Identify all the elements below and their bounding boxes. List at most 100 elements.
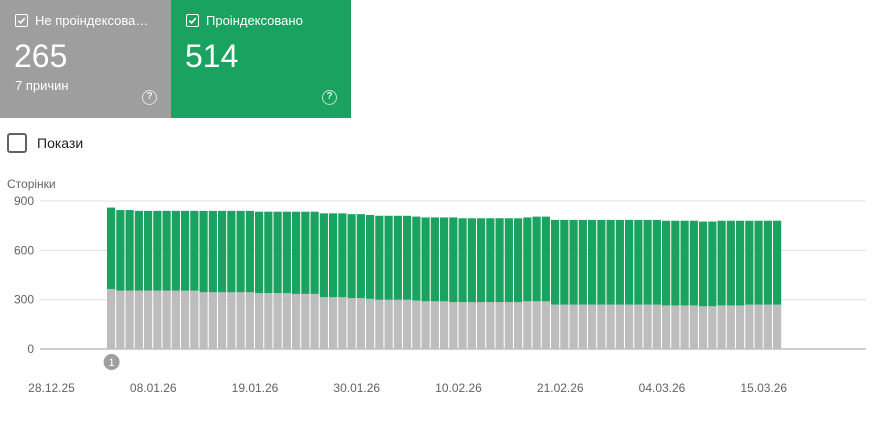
bar-not_indexed-61 [671, 305, 680, 349]
impressions-toggle[interactable]: Покази [7, 133, 83, 153]
bar-not_indexed-2 [125, 290, 134, 349]
bar-not_indexed-24 [329, 297, 338, 349]
help-circle-icon[interactable]: ? [142, 90, 157, 105]
bar-not_indexed-51 [578, 304, 587, 349]
bar-indexed-38 [458, 218, 467, 303]
bar-not_indexed-36 [440, 301, 449, 349]
bar-not_indexed-59 [652, 304, 661, 349]
bar-not_indexed-19 [282, 293, 291, 349]
bar-indexed-25 [338, 213, 347, 298]
bar-not_indexed-44 [514, 302, 523, 349]
bar-indexed-31 [393, 215, 402, 300]
bar-not_indexed-55 [615, 304, 624, 349]
bar-indexed-5 [153, 210, 162, 291]
bar-not_indexed-10 [199, 292, 208, 349]
bar-not_indexed-33 [412, 300, 421, 349]
not-indexed-card-subtitle: 7 причин [15, 78, 69, 93]
bar-indexed-53 [597, 219, 606, 305]
bar-not_indexed-66 [717, 305, 726, 349]
help-circle-icon[interactable]: ? [322, 90, 337, 105]
bar-not_indexed-18 [273, 293, 282, 349]
bar-indexed-63 [689, 220, 698, 306]
bar-indexed-28 [366, 214, 375, 299]
bar-indexed-0 [107, 207, 116, 289]
bar-not_indexed-15 [245, 292, 254, 349]
bar-not_indexed-62 [680, 305, 689, 349]
y-tick-label-300: 300 [14, 293, 34, 307]
pages-chart: Сторінки 0 300 600 900 28.12.25 08.01.26 19.01.… [7, 177, 866, 395]
bar-indexed-64 [699, 221, 708, 307]
bar-indexed-48 [551, 219, 560, 305]
bar-not_indexed-11 [208, 292, 217, 349]
bar-not_indexed-37 [449, 302, 458, 349]
bar-not_indexed-46 [532, 301, 541, 349]
bar-not_indexed-27 [356, 298, 365, 349]
x-tick-label-3: 30.01.26 [333, 381, 380, 395]
bar-indexed-54 [606, 219, 615, 305]
bar-not_indexed-14 [236, 292, 245, 349]
x-tick-label-0: 28.12.25 [28, 381, 75, 395]
not-indexed-card[interactable]: Не проіндексова… 265 7 причин ? [0, 0, 171, 118]
bar-indexed-12 [218, 210, 227, 293]
bar-not_indexed-68 [736, 305, 745, 349]
bar-indexed-34 [421, 217, 430, 302]
bar-indexed-9 [190, 210, 199, 291]
bar-indexed-26 [347, 214, 356, 299]
bar-not_indexed-6 [162, 290, 171, 349]
bar-indexed-33 [412, 216, 421, 301]
bar-not_indexed-43 [504, 302, 513, 349]
annotation-label: 1 [109, 357, 115, 369]
bar-indexed-51 [578, 219, 587, 305]
bar-not_indexed-50 [569, 304, 578, 349]
bar-indexed-71 [763, 220, 772, 305]
x-tick-label-7: 15.03.26 [740, 381, 787, 395]
bar-not_indexed-31 [393, 299, 402, 349]
bar-not_indexed-54 [606, 304, 615, 349]
bar-indexed-43 [504, 218, 513, 303]
bar-not_indexed-69 [745, 304, 754, 349]
bar-not_indexed-40 [477, 302, 486, 349]
bar-indexed-8 [181, 210, 190, 291]
bar-not_indexed-16 [255, 293, 264, 349]
bar-indexed-68 [736, 220, 745, 306]
bar-indexed-18 [273, 211, 282, 294]
bar-not_indexed-29 [375, 299, 384, 349]
bar-indexed-37 [449, 217, 458, 303]
bar-indexed-72 [773, 220, 782, 305]
bar-not_indexed-3 [134, 290, 143, 349]
bar-not_indexed-63 [689, 305, 698, 349]
bar-not_indexed-23 [319, 297, 328, 349]
bar-not_indexed-71 [763, 304, 772, 349]
bar-not_indexed-0 [107, 288, 116, 349]
y-tick-label-0: 0 [27, 342, 34, 356]
bar-indexed-55 [615, 219, 624, 305]
bar-indexed-70 [754, 220, 763, 305]
bar-not_indexed-45 [523, 301, 532, 349]
checkbox-empty-icon[interactable] [7, 133, 27, 153]
checkbox-checked-icon[interactable] [186, 14, 199, 27]
indexed-card[interactable]: Проіндексовано 514 ? [171, 0, 351, 118]
bar-indexed-7 [171, 210, 180, 291]
bar-not_indexed-7 [171, 290, 180, 349]
bar-not_indexed-38 [458, 302, 467, 349]
bar-not_indexed-1 [116, 290, 125, 349]
y-tick-label-600: 600 [14, 243, 34, 257]
bar-not_indexed-39 [467, 302, 476, 349]
bar-not_indexed-57 [634, 304, 643, 349]
indexed-card-value: 514 [185, 38, 239, 74]
bar-not_indexed-13 [227, 292, 236, 349]
bar-not_indexed-65 [708, 306, 717, 349]
checkbox-checked-icon[interactable] [15, 14, 28, 27]
bar-indexed-45 [523, 217, 532, 302]
x-tick-label-1: 08.01.26 [130, 381, 177, 395]
y-axis-label: Сторінки [7, 177, 56, 191]
bar-indexed-58 [643, 219, 652, 305]
bar-indexed-16 [255, 211, 264, 294]
bar-indexed-61 [671, 220, 680, 306]
bar-not_indexed-9 [190, 290, 199, 349]
bar-indexed-27 [356, 214, 365, 299]
bar-indexed-67 [726, 220, 735, 306]
bar-not_indexed-12 [218, 292, 227, 349]
bar-indexed-41 [486, 218, 495, 303]
x-tick-label-4: 10.02.26 [435, 381, 482, 395]
